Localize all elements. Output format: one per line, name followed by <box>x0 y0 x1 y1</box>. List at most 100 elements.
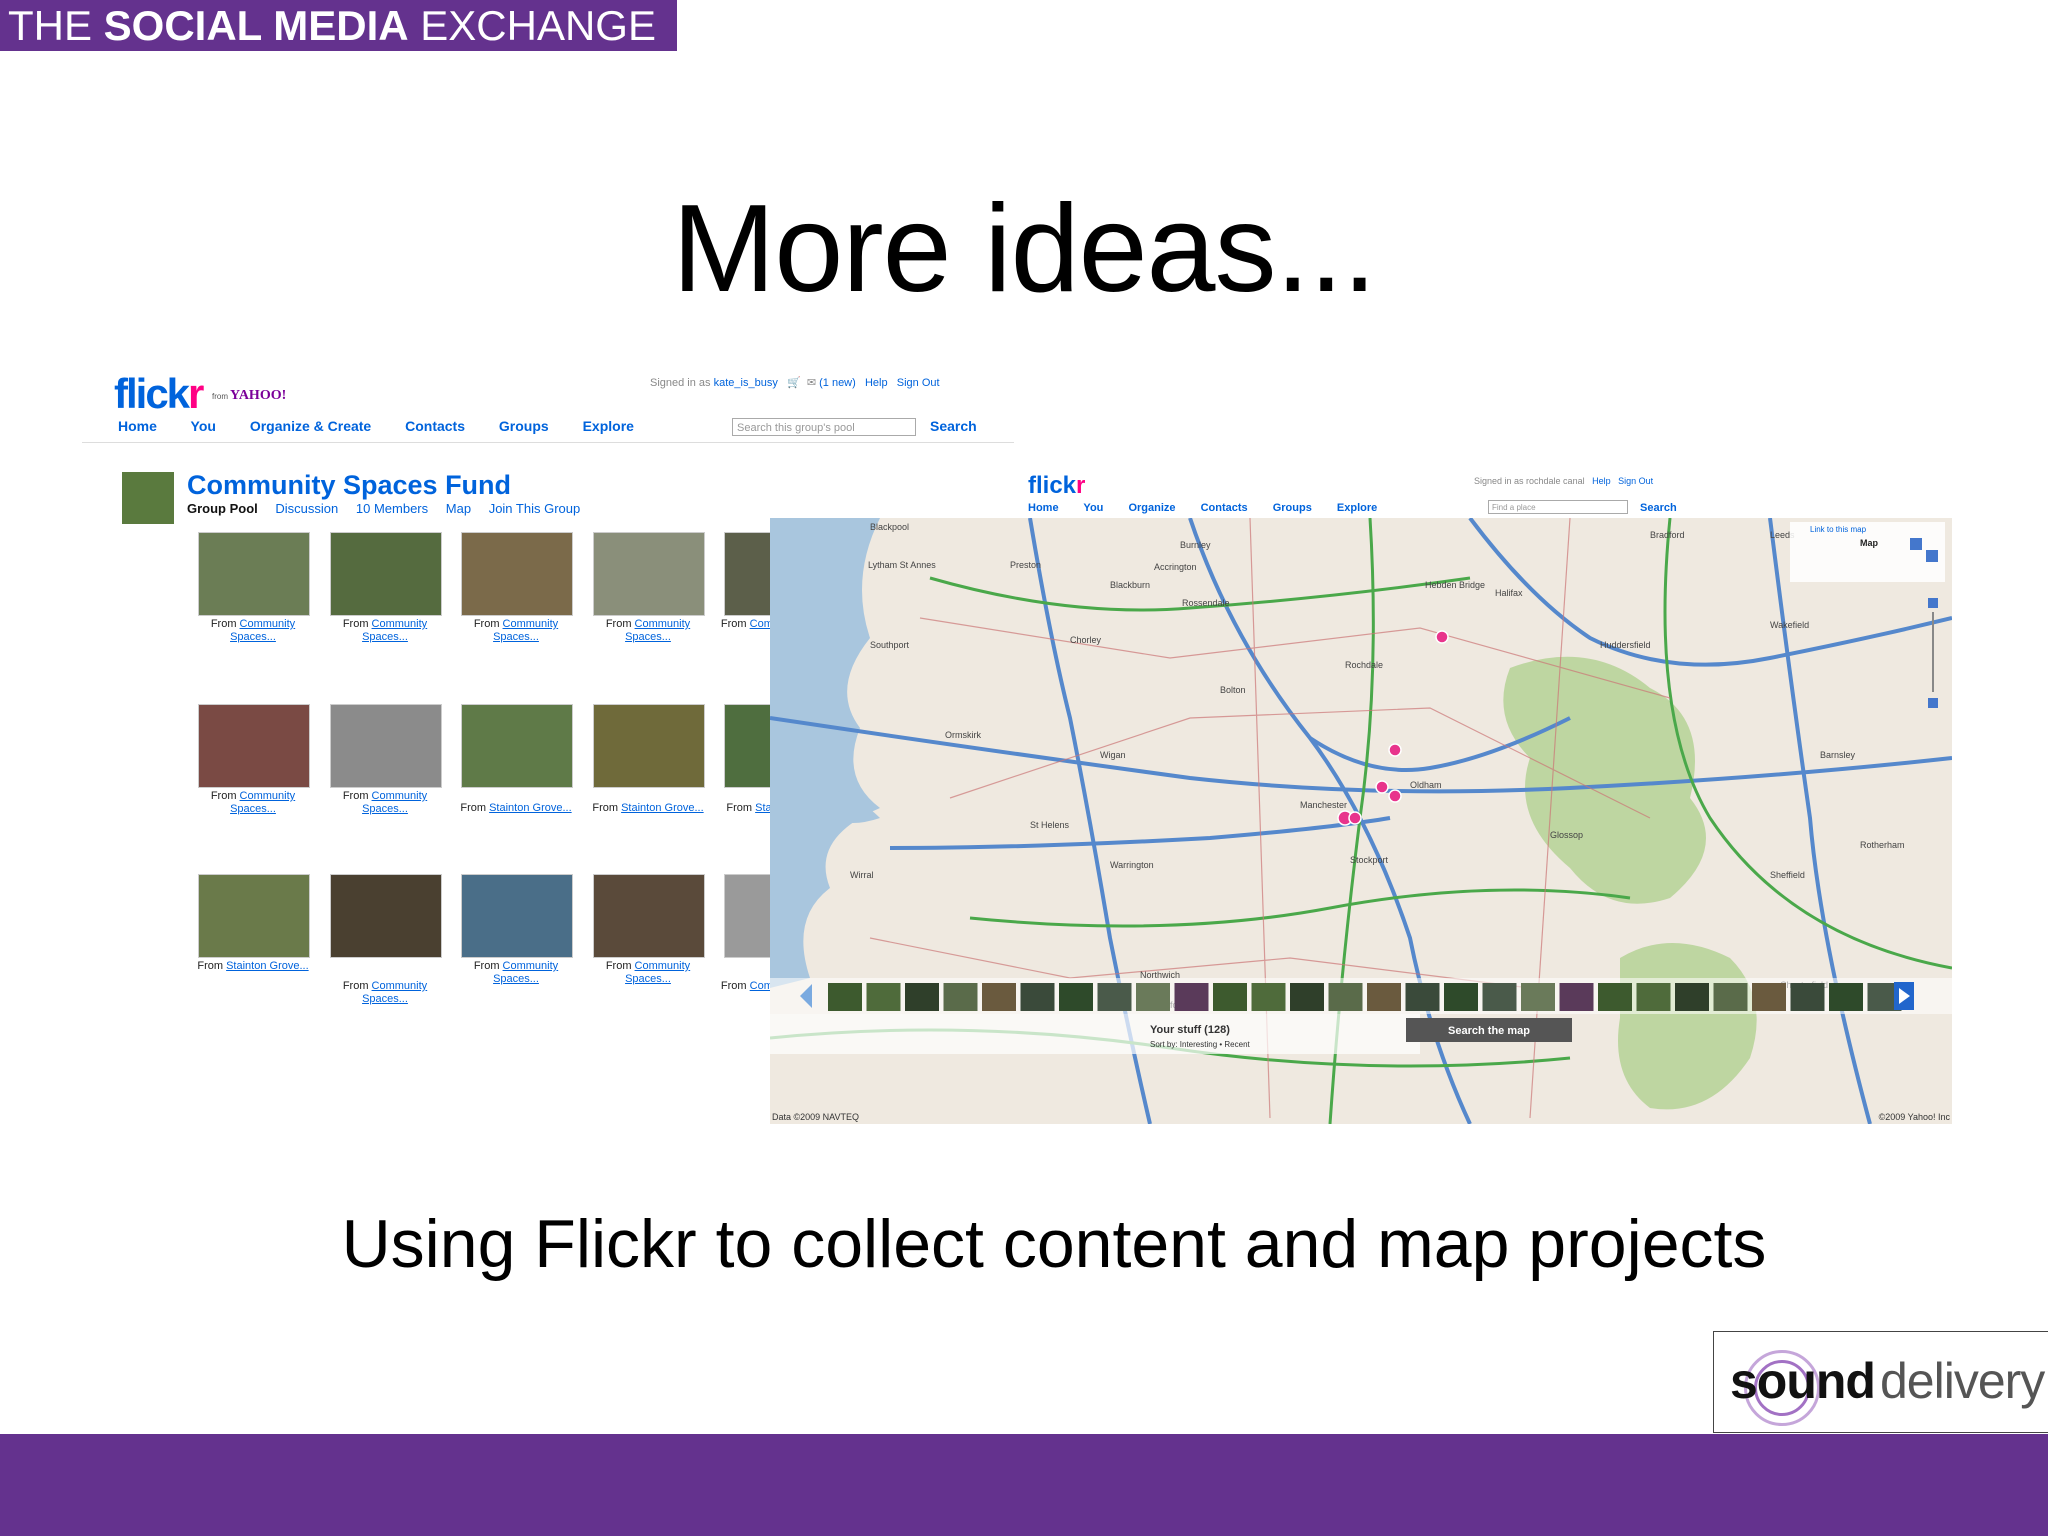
filmstrip-photo[interactable] <box>1444 983 1478 1011</box>
filmstrip-photo[interactable] <box>1405 983 1440 1011</box>
filmstrip-photo[interactable] <box>1020 983 1055 1011</box>
pool-photo-caption[interactable]: From Community Spaces... <box>320 618 450 644</box>
help-link[interactable]: Help <box>865 377 888 389</box>
pool-photo[interactable] <box>330 874 442 958</box>
caption-set-link[interactable]: Community Spaces... <box>493 618 558 643</box>
pool-photo[interactable] <box>593 704 705 788</box>
filmstrip-photo[interactable] <box>866 983 901 1011</box>
nav-you[interactable]: You <box>191 418 216 434</box>
pool-photo[interactable] <box>461 874 573 958</box>
map-help-link[interactable]: Help <box>1592 476 1611 486</box>
pool-photo-caption[interactable]: From Community Spaces... <box>583 960 713 986</box>
map-nav-explore[interactable]: Explore <box>1337 502 1377 514</box>
nav-organize[interactable]: Organize & Create <box>250 418 371 434</box>
pool-photo-caption[interactable]: From Community Spaces... <box>320 790 450 816</box>
link-this-map[interactable]: Link to this map <box>1810 525 1867 534</box>
pool-photo[interactable] <box>461 704 573 788</box>
tab-discussion[interactable]: Discussion <box>275 501 338 516</box>
photo-marker[interactable] <box>1388 743 1402 757</box>
filmstrip-photo[interactable] <box>1636 983 1671 1011</box>
filmstrip-photo[interactable] <box>1059 983 1093 1011</box>
map-nav-contacts[interactable]: Contacts <box>1201 502 1248 514</box>
pan-up-icon[interactable] <box>1910 538 1922 550</box>
filmstrip-photo[interactable] <box>828 983 862 1011</box>
filmstrip-photo[interactable] <box>982 983 1016 1011</box>
caption-set-link[interactable]: Community Spaces... <box>362 618 427 643</box>
nav-explore[interactable]: Explore <box>583 418 634 434</box>
photo-marker[interactable] <box>1388 789 1402 803</box>
cart-icon[interactable]: 🛒 <box>787 377 801 389</box>
filmstrip-photo[interactable] <box>905 983 939 1011</box>
map-nav-you[interactable]: You <box>1083 502 1103 514</box>
filmstrip-photo[interactable] <box>1213 983 1247 1011</box>
map-nav-organize[interactable]: Organize <box>1128 502 1175 514</box>
filmstrip-photo[interactable] <box>1290 983 1324 1011</box>
filmstrip-photo[interactable] <box>1790 983 1825 1011</box>
filmstrip-photo[interactable] <box>1598 983 1632 1011</box>
photo-marker[interactable] <box>1435 630 1449 644</box>
photo-marker[interactable] <box>1375 780 1389 794</box>
filmstrip-photo[interactable] <box>1328 983 1363 1011</box>
map-nav-groups[interactable]: Groups <box>1273 502 1312 514</box>
pool-photo-caption[interactable]: From Community Spaces... <box>188 790 318 816</box>
zoom-slider[interactable] <box>1932 612 1934 692</box>
filmstrip-photo[interactable] <box>1521 983 1555 1011</box>
filmstrip-photo[interactable] <box>1251 983 1286 1011</box>
caption-set-link[interactable]: Community Spaces... <box>362 790 427 815</box>
pool-photo-caption[interactable]: From Community Spaces... <box>451 618 581 644</box>
map-nav-home[interactable]: Home <box>1028 502 1059 514</box>
nav-groups[interactable]: Groups <box>499 418 549 434</box>
pool-photo[interactable] <box>198 532 310 616</box>
zoom-in-icon[interactable] <box>1928 598 1938 608</box>
filmstrip-photo[interactable] <box>1482 983 1517 1011</box>
pool-photo-caption[interactable]: From Community Spaces... <box>320 980 450 1006</box>
sign-out-link[interactable]: Sign Out <box>897 377 940 389</box>
pool-photo[interactable] <box>461 532 573 616</box>
pool-photo[interactable] <box>593 874 705 958</box>
zoom-out-icon[interactable] <box>1928 698 1938 708</box>
pool-photo-caption[interactable]: From Community Spaces... <box>188 618 318 644</box>
pool-photo-caption[interactable]: From Stainton Grove... <box>583 802 713 815</box>
sort-by-label[interactable]: Sort by: Interesting • Recent <box>1150 1040 1251 1049</box>
tab-join-group[interactable]: Join This Group <box>489 501 581 516</box>
filmstrip-photo[interactable] <box>1713 983 1748 1011</box>
filmstrip-photo[interactable] <box>1136 983 1170 1011</box>
caption-set-link[interactable]: Stainton Grove... <box>489 802 572 814</box>
mail-count[interactable]: (1 new) <box>819 377 856 389</box>
group-search-button[interactable]: Search <box>930 418 977 434</box>
filmstrip-photo[interactable] <box>1367 983 1401 1011</box>
pool-photo[interactable] <box>330 532 442 616</box>
nav-home[interactable]: Home <box>118 418 157 434</box>
caption-set-link[interactable]: Community Spaces... <box>230 790 295 815</box>
pan-right-icon[interactable] <box>1926 550 1938 562</box>
pool-photo-caption[interactable]: From Community Spaces... <box>451 960 581 986</box>
caption-set-link[interactable]: Stainton Grove... <box>621 802 704 814</box>
pool-photo-caption[interactable]: From Community Spaces... <box>583 618 713 644</box>
filmstrip-photo[interactable] <box>1097 983 1132 1011</box>
caption-set-link[interactable]: Community Spaces... <box>625 618 690 643</box>
pool-photo-caption[interactable]: From Stainton Grove... <box>451 802 581 815</box>
filmstrip-photo[interactable] <box>1675 983 1709 1011</box>
caption-set-link[interactable]: Stainton Grove... <box>226 960 309 972</box>
pool-photo[interactable] <box>198 704 310 788</box>
photo-marker[interactable] <box>1348 811 1362 825</box>
find-place-input[interactable]: Find a place <box>1488 500 1628 514</box>
pool-photo[interactable] <box>330 704 442 788</box>
caption-set-link[interactable]: Community Spaces... <box>493 960 558 985</box>
filmstrip-photo[interactable] <box>943 983 978 1011</box>
map-canvas[interactable]: Blackpool Lytham St Annes Preston Accringto… <box>770 518 1952 1124</box>
map-search-button[interactable]: Search <box>1640 502 1677 514</box>
filmstrip-photo[interactable] <box>1559 983 1594 1011</box>
filmstrip-photo[interactable] <box>1174 983 1209 1011</box>
pool-photo-caption[interactable]: From Stainton Grove... <box>188 960 318 973</box>
filmstrip-photo[interactable] <box>1829 983 1863 1011</box>
caption-set-link[interactable]: Community Spaces... <box>362 980 427 1005</box>
map-type-label[interactable]: Map <box>1860 538 1879 548</box>
group-search-input[interactable]: Search this group's pool <box>732 418 916 436</box>
filmstrip-photo[interactable] <box>1752 983 1786 1011</box>
map-sign-out-link[interactable]: Sign Out <box>1618 476 1653 486</box>
tab-map[interactable]: Map <box>446 501 471 516</box>
caption-set-link[interactable]: Community Spaces... <box>230 618 295 643</box>
pool-photo[interactable] <box>593 532 705 616</box>
mail-icon[interactable]: ✉ <box>807 377 816 389</box>
